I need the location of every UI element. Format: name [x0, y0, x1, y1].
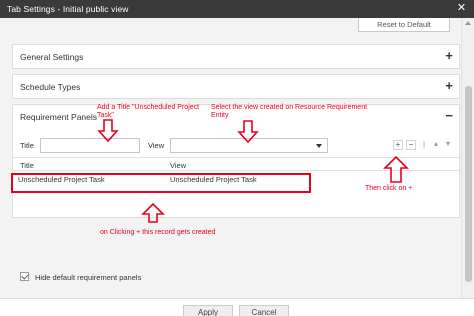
expand-icon[interactable]: + [445, 48, 453, 64]
annotation-then-click: Then click on + [365, 185, 413, 192]
expand-icon[interactable]: + [445, 78, 453, 94]
view-label: View [148, 141, 165, 150]
scrollbar-thumb[interactable] [465, 86, 472, 282]
hide-default-label: Hide default requirement panels [35, 273, 142, 282]
general-settings-header[interactable]: General Settings + [13, 45, 459, 68]
hide-default-checkbox[interactable] [20, 272, 29, 281]
chevron-down-icon[interactable] [316, 144, 322, 148]
collapse-icon[interactable]: − [445, 108, 453, 124]
move-up-icon[interactable]: ▴ [431, 140, 441, 150]
close-icon[interactable]: ✕ [455, 2, 468, 15]
title-label: Title [20, 141, 34, 150]
remove-icon[interactable]: − [406, 140, 416, 150]
requirement-panels-panel: Requirement Panels − Title View + − | ▴ … [12, 104, 460, 218]
cancel-button[interactable]: Cancel [239, 305, 289, 316]
general-settings-label: General Settings [20, 52, 84, 62]
move-down-icon[interactable]: ▾ [443, 140, 453, 150]
view-select[interactable] [170, 138, 328, 153]
annotation-select-view: Select the view created on Resource Requ… [211, 104, 368, 119]
schedule-types-header[interactable]: Schedule Types + [13, 75, 459, 98]
reset-to-default-button[interactable]: Reset to Default [358, 18, 450, 32]
apply-button[interactable]: Apply [183, 305, 233, 316]
dialog-titlebar: Tab Settings - Initial public view ✕ [0, 0, 474, 18]
requirement-panels-label: Requirement Panels [20, 112, 98, 122]
general-settings-panel[interactable]: General Settings + [12, 44, 460, 69]
toolbar-separator: | [423, 140, 426, 149]
column-header-title[interactable]: Title [20, 161, 34, 170]
dialog-content: Reset to Default General Settings + Sche… [0, 18, 461, 298]
dialog-footer: Apply Cancel [0, 298, 474, 316]
dialog-title: Tab Settings - Initial public view [7, 4, 129, 14]
scroll-up-icon[interactable] [465, 21, 471, 25]
title-input[interactable] [40, 138, 140, 153]
column-header-view[interactable]: View [170, 161, 186, 170]
schedule-types-panel[interactable]: Schedule Types + [12, 74, 460, 99]
highlight-box [11, 173, 311, 193]
schedule-types-label: Schedule Types [20, 82, 81, 92]
vertical-scrollbar[interactable] [461, 18, 474, 298]
annotation-on-clicking: on Clicking + this record gets created [100, 229, 216, 236]
grid-header: Title View [13, 157, 459, 171]
annotation-add-title: Add a Title "Unscheduled Project Task" [97, 104, 200, 119]
add-icon[interactable]: + [393, 140, 403, 150]
